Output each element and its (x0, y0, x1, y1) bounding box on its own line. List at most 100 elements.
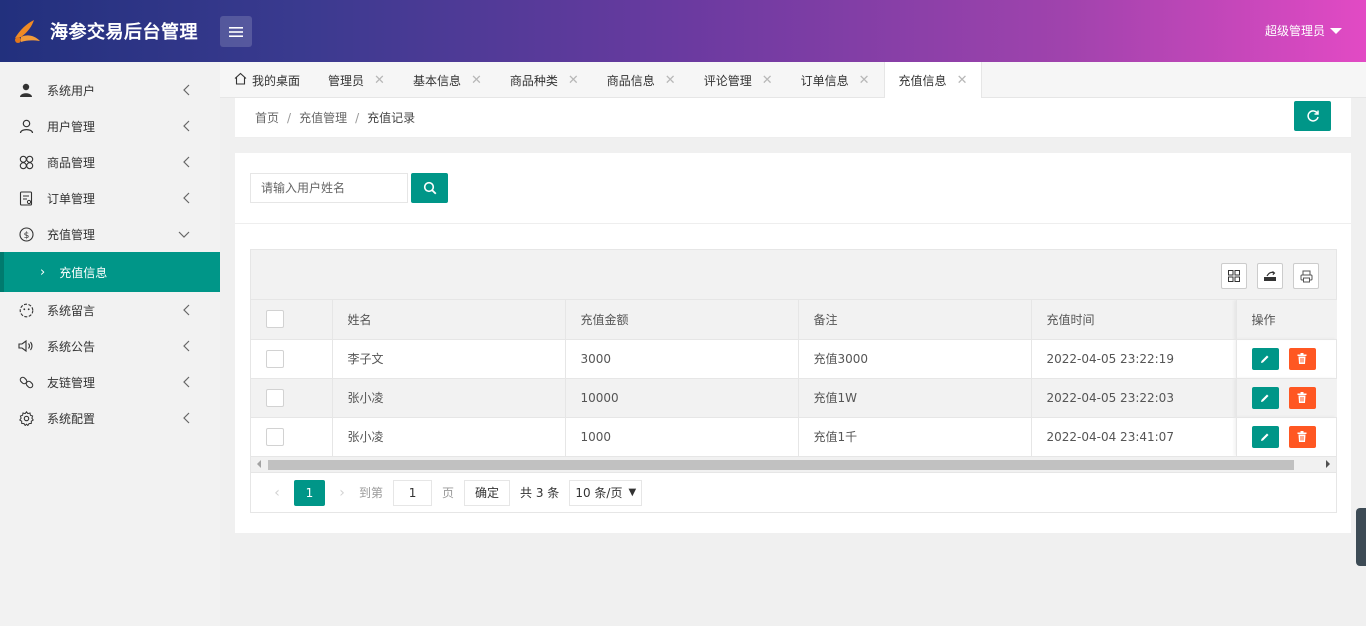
sidebar-item-link-management[interactable]: 友链管理 (0, 364, 220, 400)
column-header-time[interactable]: 充值时间 (1031, 300, 1237, 340)
sidebar-item-system-config[interactable]: 系统配置 (0, 400, 220, 436)
sidebar: 系统用户 用户管理 商品管理 订单管理 $ 充值管理 › 充值信息 系统留言 系… (0, 62, 220, 626)
goto-page-input[interactable] (393, 479, 433, 506)
delete-button[interactable] (1288, 347, 1316, 370)
close-icon[interactable]: ✕ (957, 73, 968, 88)
search-input[interactable] (250, 173, 408, 203)
tab-product-info[interactable]: 商品信息 ✕ (593, 62, 690, 98)
scrollbar-thumb[interactable] (268, 459, 1294, 470)
search-icon (423, 181, 436, 195)
sidebar-item-label: 用户管理 (47, 119, 96, 134)
chevron-left-icon (182, 340, 190, 355)
select-all-cell (251, 300, 333, 340)
cell-time: 2022-04-05 23:22:03 (1031, 378, 1237, 418)
table-row: 张小凌 1000 充值1千 2022-04-04 23:41:07 (251, 417, 1337, 457)
page-size-select[interactable]: 10 条/页 ▼ (569, 479, 643, 506)
tab-label: 管理员 (328, 73, 365, 88)
row-select-cell (251, 378, 333, 418)
prev-page-icon[interactable]: ‹ (266, 485, 288, 501)
page-unit-label: 页 (442, 486, 455, 500)
columns-icon (1228, 270, 1240, 282)
next-page-icon[interactable]: › (331, 485, 353, 501)
search-form (250, 173, 448, 203)
column-header-actions: 操作 (1235, 300, 1337, 340)
edit-button[interactable] (1251, 425, 1279, 448)
edit-button[interactable] (1251, 386, 1279, 409)
svg-text:$: $ (23, 231, 29, 241)
print-button[interactable] (1293, 263, 1319, 289)
tab-label: 基本信息 (412, 73, 461, 88)
tab-comment-management[interactable]: 评论管理 ✕ (690, 62, 787, 98)
row-select-cell (251, 339, 333, 379)
sidebar-item-system-notices[interactable]: 系统公告 (0, 328, 220, 364)
sidebar-item-system-messages[interactable]: 系统留言 (0, 292, 220, 328)
close-icon[interactable]: ✕ (665, 73, 676, 88)
scroll-right-arrow-icon[interactable] (1326, 459, 1330, 468)
sidebar-item-system-users[interactable]: 系统用户 (0, 72, 220, 108)
cell-name: 张小凌 (332, 417, 566, 457)
receipt-icon (18, 190, 34, 206)
sidebar-item-user-management[interactable]: 用户管理 (0, 108, 220, 144)
sidebar-item-recharge-management[interactable]: $ 充值管理 (0, 216, 220, 252)
row-checkbox[interactable] (266, 349, 284, 368)
breadcrumb-recharge-management[interactable]: 充值管理 (299, 111, 347, 125)
column-header-name[interactable]: 姓名 (332, 300, 566, 340)
chevron-left-icon (182, 376, 190, 391)
tab-label: 充值信息 (898, 74, 947, 88)
confirm-goto-button[interactable]: 确定 (464, 479, 511, 506)
breadcrumb-home[interactable]: 首页 (255, 111, 279, 125)
dollar-circle-icon: $ (18, 226, 34, 242)
logo-icon (15, 20, 40, 43)
column-header-note[interactable]: 备注 (798, 300, 1032, 340)
scroll-left-arrow-icon[interactable] (257, 459, 261, 468)
export-button[interactable] (1257, 263, 1283, 289)
sidebar-item-label: 系统公告 (47, 339, 96, 354)
user-name: 超级管理员 (1264, 24, 1325, 38)
smile-icon (18, 302, 34, 318)
search-button[interactable] (411, 173, 448, 203)
total-count: 共 3 条 (520, 486, 560, 500)
tab-admin[interactable]: 管理员 ✕ (314, 62, 399, 98)
delete-button[interactable] (1288, 386, 1316, 409)
column-filter-button[interactable] (1221, 263, 1247, 289)
breadcrumb-separator: / (287, 111, 292, 125)
tab-recharge-info[interactable]: 充值信息 ✕ (883, 62, 983, 99)
close-icon[interactable]: ✕ (859, 73, 870, 88)
user-menu[interactable]: 超级管理员 (1265, 22, 1342, 39)
horizontal-scrollbar[interactable] (251, 456, 1336, 473)
trash-icon (1297, 431, 1307, 442)
row-checkbox[interactable] (266, 427, 284, 446)
chevron-right-icon: › (40, 264, 46, 280)
side-handle[interactable] (1356, 508, 1366, 566)
sidebar-item-product-management[interactable]: 商品管理 (0, 144, 220, 180)
breadcrumb: 首页 / 充值管理 / 充值记录 (255, 109, 415, 126)
menu-toggle-button[interactable] (220, 16, 252, 47)
select-all-checkbox[interactable] (266, 310, 284, 329)
sidebar-subitem-recharge-info[interactable]: › 充值信息 (0, 252, 220, 292)
breadcrumb-bar: 首页 / 充值管理 / 充值记录 (235, 98, 1351, 138)
cell-note: 充值1W (798, 378, 1032, 418)
sidebar-item-label: 订单管理 (47, 191, 96, 206)
column-header-amount[interactable]: 充值金额 (565, 300, 799, 340)
tab-order-info[interactable]: 订单信息 ✕ (787, 62, 884, 98)
close-icon[interactable]: ✕ (471, 73, 482, 88)
close-icon[interactable]: ✕ (374, 73, 385, 88)
refresh-button[interactable] (1294, 101, 1331, 131)
clover-icon (18, 154, 34, 170)
close-icon[interactable]: ✕ (568, 73, 579, 88)
print-icon (1300, 270, 1312, 282)
gear-icon (18, 410, 34, 426)
close-icon[interactable]: ✕ (762, 73, 773, 88)
table-row: 李子文 3000 充值3000 2022-04-05 23:22:19 (251, 339, 1337, 379)
delete-button[interactable] (1288, 425, 1316, 448)
tab-bar: 我的桌面 管理员 ✕ 基本信息 ✕ 商品种类 ✕ 商品信息 ✕ 评论管理 ✕ 订… (220, 62, 1366, 99)
tab-product-category[interactable]: 商品种类 ✕ (496, 62, 593, 98)
app-logo[interactable]: 海参交易后台管理 (12, 16, 198, 46)
row-checkbox[interactable] (266, 388, 284, 407)
tab-basic-info[interactable]: 基本信息 ✕ (399, 62, 496, 98)
sidebar-item-order-management[interactable]: 订单管理 (0, 180, 220, 216)
tab-home[interactable]: 我的桌面 (220, 62, 314, 98)
tab-label: 评论管理 (703, 73, 752, 88)
current-page-button[interactable]: 1 (294, 479, 325, 506)
edit-button[interactable] (1251, 347, 1279, 370)
